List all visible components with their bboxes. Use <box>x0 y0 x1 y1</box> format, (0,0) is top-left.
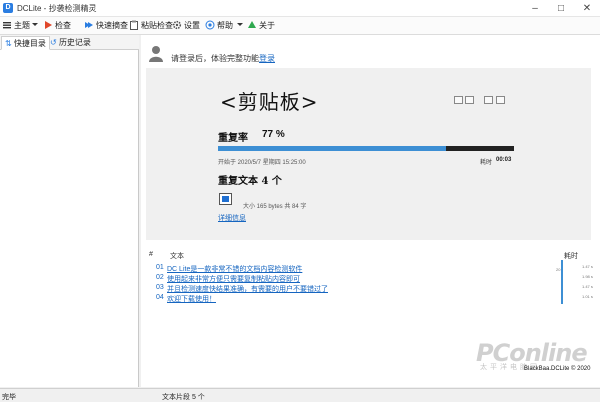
help-button[interactable]: 帮助 <box>205 19 233 33</box>
folder-icon[interactable] <box>454 96 463 104</box>
maximize-button[interactable]: □ <box>548 0 574 17</box>
close-button[interactable]: ✕ <box>574 0 600 17</box>
history-icon: ↺ <box>50 38 57 47</box>
status-bar: 完毕 文本片段 5 个 <box>0 388 600 402</box>
start-time: 开始于 2020/5/7 星期四 15:25:00 <box>218 160 306 166</box>
time-label: 1.01 s <box>582 294 593 299</box>
tab-label: 历史记录 <box>58 38 91 47</box>
gear-icon <box>172 20 182 30</box>
tab-history[interactable]: ↺ 历史记录 <box>47 36 94 50</box>
help-icon <box>205 20 215 30</box>
help-label: 帮助 <box>217 21 233 30</box>
sidebar-tabs: ⇅ 快捷目录 ↺ 历史记录 <box>0 35 139 50</box>
paste-check-label: 粘贴检查 <box>141 21 173 30</box>
check-button[interactable]: 检查 <box>43 19 71 33</box>
chevron-down-icon <box>237 23 243 26</box>
time-label: 20 <box>556 267 561 272</box>
row-text[interactable]: 并且检测速度快结果准确，有需要的用户不要错过了 <box>167 284 328 294</box>
theme-label: 主题 <box>14 21 30 30</box>
theme-menu-button[interactable]: 主题 <box>2 19 30 33</box>
play-icon <box>43 20 53 30</box>
time-label: 1.47 s <box>582 264 593 269</box>
tab-quick-directory[interactable]: ⇅ 快捷目录 <box>1 36 50 50</box>
source-title: <剪贴板> <box>220 90 319 114</box>
result-row[interactable]: 03 并且检测速度快结果准确，有需要的用户不要错过了 <box>146 284 590 293</box>
time-bar <box>561 260 563 304</box>
column-time: 耗时 <box>564 253 578 260</box>
about-icon <box>247 20 257 30</box>
elapsed-label: 耗时 <box>480 160 493 166</box>
toolbar: 主题 检查 快速摘查 粘贴检查 设置 帮助 关于 <box>0 17 600 35</box>
settings-button[interactable]: 设置 <box>172 19 200 33</box>
copyright: BlackBaa.DCLite © 2020 <box>524 366 591 372</box>
time-label: 1.98 s <box>582 274 593 279</box>
app-logo: D <box>3 3 13 13</box>
minimize-button[interactable]: – <box>522 0 548 17</box>
tab-label: 快捷目录 <box>13 39 46 48</box>
login-prompt: 请登录后，体验完整功能登录 <box>171 53 275 64</box>
about-label: 关于 <box>259 21 275 30</box>
repeated-text-count: 重复文本 4 个 <box>218 176 282 187</box>
help-dropdown-button[interactable] <box>236 19 244 33</box>
export-icon[interactable] <box>496 96 505 104</box>
about-button[interactable]: 关于 <box>247 19 275 33</box>
repeat-rate-value: 77 % <box>262 129 285 140</box>
result-row[interactable]: 01 DC Lite是一款非常不错的文档内容检测软件 <box>146 264 590 273</box>
sidebar: ⇅ 快捷目录 ↺ 历史记录 <box>0 35 139 387</box>
row-index: 03 <box>156 284 164 291</box>
repeat-rate-label: 重复率 <box>218 133 248 144</box>
result-card <box>146 68 591 240</box>
settings-label: 设置 <box>184 21 200 30</box>
elapsed-value: 00:03 <box>496 157 512 163</box>
avatar-icon <box>148 45 164 63</box>
menu-icon <box>2 20 12 30</box>
quick-check-button[interactable]: 快速摘查 <box>84 19 128 33</box>
login-link[interactable]: 登录 <box>259 54 275 63</box>
chevron-down-icon[interactable] <box>31 19 39 33</box>
paste-check-button[interactable]: 粘贴检查 <box>129 19 173 33</box>
time-label: 1.47 s <box>582 284 593 289</box>
window-title: DCLite - 抄袭检测精灵 <box>17 4 97 13</box>
row-index: 04 <box>156 294 164 301</box>
check-label: 检查 <box>55 21 71 30</box>
row-text[interactable]: 欢迎下载使用！ <box>167 294 216 304</box>
repeat-rate-bar <box>218 146 514 151</box>
row-index: 02 <box>156 274 164 281</box>
fragment-count: 文本片段 5 个 <box>162 394 205 401</box>
print-icon[interactable] <box>484 96 493 104</box>
directory-icon: ⇅ <box>5 39 12 48</box>
fast-forward-icon <box>84 20 94 30</box>
row-text[interactable]: 使用起来非常方便只需要复制粘贴内容即可 <box>167 274 300 284</box>
details-link[interactable]: 详细信息 <box>218 213 246 223</box>
open-folder-icon[interactable] <box>465 96 474 104</box>
status-text: 完毕 <box>2 394 16 401</box>
result-row[interactable]: 02 使用起来非常方便只需要复制粘贴内容即可 <box>146 274 590 283</box>
quick-check-label: 快速摘查 <box>96 21 128 30</box>
row-index: 01 <box>156 264 164 271</box>
column-text: 文本 <box>170 253 184 260</box>
repeat-rate-bar-fill <box>218 146 446 151</box>
login-prompt-text: 请登录后，体验完整功能 <box>171 54 259 63</box>
title-bar: D DCLite - 抄袭检测精灵 – □ ✕ <box>0 0 600 17</box>
result-row[interactable]: 04 欢迎下载使用！ <box>146 294 590 303</box>
size-info: 大小 165 bytes 共 84 字 <box>243 204 307 210</box>
document-icon <box>219 193 232 205</box>
clipboard-icon <box>129 20 139 30</box>
row-text[interactable]: DC Lite是一款非常不错的文档内容检测软件 <box>167 264 302 274</box>
column-index: # <box>149 251 153 258</box>
